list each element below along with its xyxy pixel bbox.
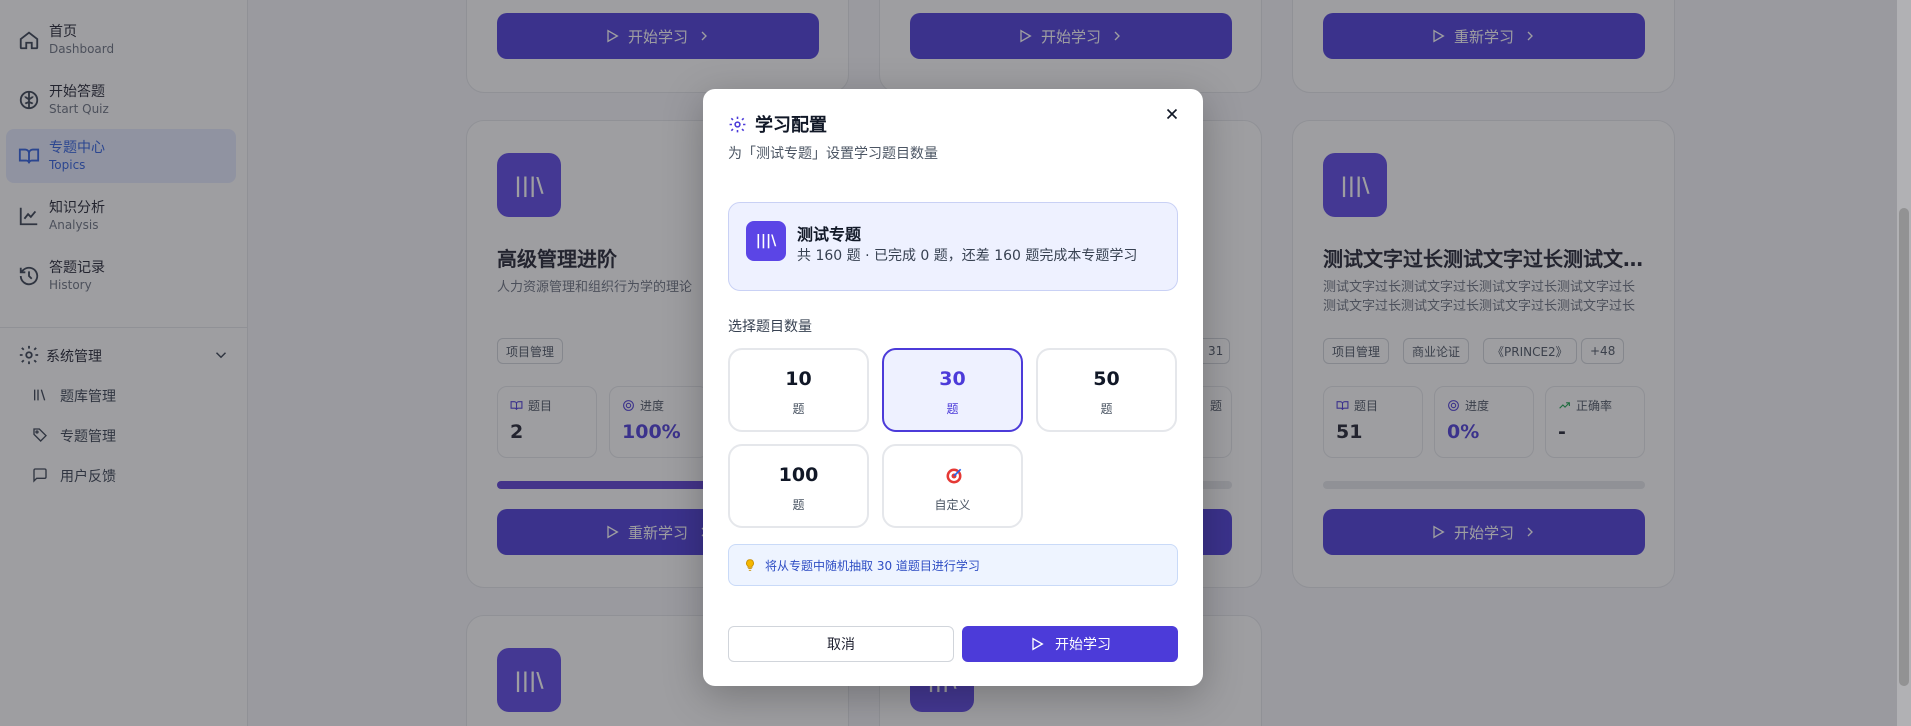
- library-icon: |||\: [746, 221, 786, 261]
- close-icon[interactable]: [1163, 105, 1181, 123]
- hint-text: 将从专题中随机抽取 30 道题目进行学习: [765, 558, 980, 573]
- play-icon: [1032, 637, 1044, 651]
- start-study-button[interactable]: 开始学习: [962, 626, 1178, 662]
- study-config-dialog: 学习配置 为「测试专题」设置学习题目数量 |||\ 测试专题 共 160 题 ·…: [703, 89, 1203, 686]
- selection-hint: 将从专题中随机抽取 30 道题目进行学习: [728, 544, 1178, 586]
- target-icon: [944, 466, 964, 486]
- option-unit: 题: [792, 402, 805, 416]
- topic-info: 共 160 题 · 已完成 0 题，还差 160 题完成本专题学习: [797, 248, 1138, 264]
- gear-icon: [729, 116, 746, 132]
- scrollbar-thumb[interactable]: [1899, 208, 1909, 686]
- count-option-10[interactable]: 10 题: [728, 348, 869, 432]
- dialog-title: 学习配置: [728, 111, 827, 137]
- lightbulb-icon: [746, 559, 754, 571]
- count-option-100[interactable]: 100 题: [728, 444, 869, 528]
- option-unit: 题: [1100, 402, 1113, 416]
- option-unit: 自定义: [934, 498, 971, 512]
- option-number: 100: [778, 464, 819, 486]
- topic-name: 测试专题: [797, 225, 862, 244]
- topic-summary: |||\ 测试专题 共 160 题 · 已完成 0 题，还差 160 题完成本专…: [728, 202, 1178, 291]
- count-option-30[interactable]: 30 题: [882, 348, 1023, 432]
- button-label: 开始学习: [1055, 637, 1111, 653]
- count-label: 选择题目数量: [728, 319, 812, 335]
- dialog-subtitle: 为「测试专题」设置学习题目数量: [728, 146, 938, 162]
- option-unit: 题: [792, 498, 805, 512]
- option-number: 10: [785, 368, 812, 390]
- dialog-title-text: 学习配置: [755, 115, 827, 136]
- option-number: 50: [1093, 368, 1120, 390]
- option-unit: 题: [946, 402, 959, 416]
- count-option-50[interactable]: 50 题: [1036, 348, 1177, 432]
- count-option-custom[interactable]: 自定义: [882, 444, 1023, 528]
- option-number: 30: [939, 368, 966, 390]
- cancel-button[interactable]: 取消: [728, 626, 954, 662]
